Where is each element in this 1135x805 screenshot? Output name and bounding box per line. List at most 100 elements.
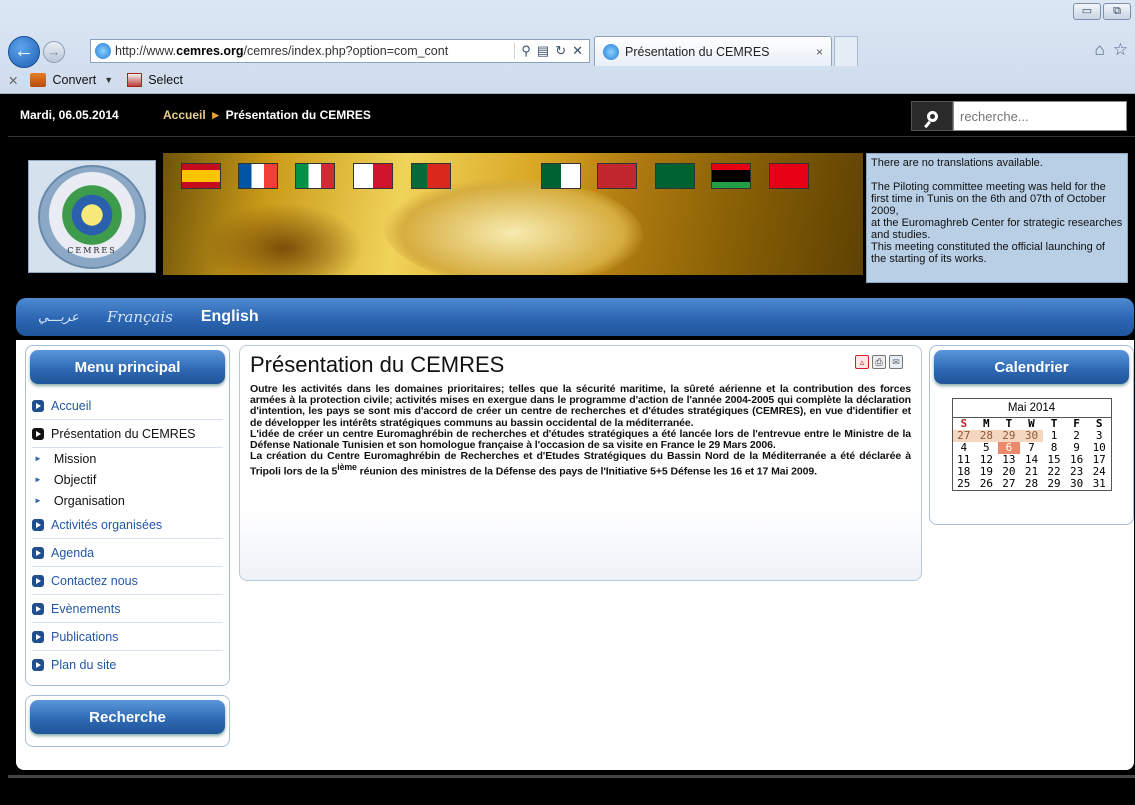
article-paragraph: La création du Centre Euromaghrébin de R… xyxy=(250,450,911,478)
left-sidebar: Menu principal Accueil Présentation du C… xyxy=(25,345,230,747)
restore-button[interactable]: ⧉ xyxy=(1103,3,1131,20)
bullet-arrow-icon xyxy=(32,546,44,559)
menu-item-label: Accueil xyxy=(51,398,92,413)
submenu-arrow-icon: ► xyxy=(34,475,42,484)
calendar-panel: Calendrier Mai 2014 SMTWTFS 27 28 29 30 1 2 3 4… xyxy=(929,345,1134,525)
main-menu-panel: Menu principal Accueil Présentation du C… xyxy=(25,345,230,686)
pdf-icon[interactable]: ▵ xyxy=(855,355,869,369)
search-input[interactable] xyxy=(953,101,1127,131)
language-bar: عربـــي Français English xyxy=(16,298,1134,336)
calendar-title: Calendrier xyxy=(934,350,1129,384)
new-tab-button[interactable] xyxy=(834,36,858,66)
forward-arrow-icon[interactable]: → xyxy=(43,41,65,63)
submenu-item-label: Organisation xyxy=(53,493,125,508)
address-bar[interactable]: http://www.cemres.org/cemres/index.php?o… xyxy=(90,39,590,63)
bullet-arrow-icon xyxy=(32,574,44,587)
menu-item-plan-du-site[interactable]: Plan du site xyxy=(32,651,223,679)
top-bar: Mardi, 06.05.2014 Accueil ► Présentation d… xyxy=(8,95,1135,137)
search-button[interactable] xyxy=(911,101,953,131)
language-french-link[interactable]: Français xyxy=(107,308,173,326)
select-button[interactable]: Select xyxy=(148,73,183,87)
site-search xyxy=(911,101,1127,131)
search-icon[interactable]: ⚲ xyxy=(521,43,531,59)
calendar-day[interactable]: 31 xyxy=(1088,478,1111,490)
select-icon xyxy=(127,73,143,87)
menu-item-activites[interactable]: Activités organisées xyxy=(32,511,223,539)
banner-map-shape xyxy=(383,178,643,275)
banner-shadow-shape xyxy=(203,203,363,275)
favorites-star-icon[interactable]: ☆ xyxy=(1113,40,1128,60)
convert-button[interactable]: Convert xyxy=(52,73,96,87)
article-body: Outre les activités dans les domaines pr… xyxy=(250,383,911,478)
right-sidebar: Calendrier Mai 2014 SMTWTFS 27 28 29 30 1 2 3 4… xyxy=(929,345,1134,525)
minimize-button[interactable]: ▭ xyxy=(1073,3,1101,20)
calendar-grid: SMTWTFS 27 28 29 30 1 2 3 4 5 6 7 8 9 10 11 12 13 14 15 16 1… xyxy=(952,418,1111,490)
submenu-arrow-icon: ► xyxy=(34,496,42,505)
calendar-day[interactable]: 25 xyxy=(953,478,976,490)
site-favicon-icon xyxy=(95,43,111,59)
compatibility-icon[interactable]: ▤ xyxy=(537,43,549,59)
close-toolbar-icon[interactable]: ✕ xyxy=(8,73,18,88)
bullet-arrow-icon xyxy=(32,518,44,531)
menu-item-presentation[interactable]: Présentation du CEMRES xyxy=(32,420,223,448)
bullet-arrow-icon xyxy=(32,427,44,440)
calendar-day[interactable]: 27 xyxy=(998,478,1021,490)
news-ticker: There are no translations available. The… xyxy=(866,153,1128,283)
calendar-day[interactable]: 28 xyxy=(1020,478,1043,490)
calendar-day[interactable]: 29 xyxy=(1043,478,1066,490)
flag-spain-icon xyxy=(181,163,221,189)
flag-italy-icon xyxy=(295,163,335,189)
chevron-down-icon[interactable]: ▼ xyxy=(104,75,113,85)
flag-morocco-icon xyxy=(597,163,637,189)
breadcrumb-current: Présentation du CEMRES xyxy=(225,108,371,122)
main-menu-title: Menu principal xyxy=(30,350,225,384)
browser-right-icons: ⌂ ☆ xyxy=(1094,40,1128,60)
stop-icon[interactable]: ✕ xyxy=(572,43,583,59)
convert-icon xyxy=(30,73,47,87)
flag-portugal-icon xyxy=(411,163,451,189)
calendar-day[interactable]: 30 xyxy=(1065,478,1088,490)
calendar-day[interactable]: 26 xyxy=(975,478,998,490)
back-arrow-icon[interactable]: ← xyxy=(8,36,40,68)
menu-item-label: Contactez nous xyxy=(51,573,138,588)
menu-item-evenements[interactable]: Evènements xyxy=(32,595,223,623)
flag-tunisia-icon xyxy=(769,163,809,189)
cemres-logo[interactable]: CEMRES xyxy=(28,160,156,273)
address-bar-actions: ⚲ ▤ ↻ ✕ xyxy=(514,43,589,59)
home-icon[interactable]: ⌂ xyxy=(1094,40,1104,60)
menu-item-agenda[interactable]: Agenda xyxy=(32,539,223,567)
language-arabic-link[interactable]: عربـــي xyxy=(38,310,79,325)
submenu-item-organisation[interactable]: ► Organisation xyxy=(32,490,223,511)
email-icon[interactable]: ✉ xyxy=(889,355,903,369)
bullet-arrow-icon xyxy=(32,602,44,615)
news-line: The Piloting committee meeting was held … xyxy=(871,181,1106,217)
calendar-days: 27 28 29 30 1 2 3 4 5 6 7 8 9 10 11 12 13 14 15 16 17 18 19 20 2… xyxy=(952,430,1111,490)
browser-tab[interactable]: Présentation du CEMRES × xyxy=(594,36,832,66)
main-menu-list: Accueil Présentation du CEMRES ► Mission … xyxy=(26,388,229,685)
breadcrumb-home-link[interactable]: Accueil xyxy=(163,108,206,122)
calendar-month: Mai 2014 xyxy=(952,399,1111,418)
window-controls: ▭ ⧉ xyxy=(1073,3,1131,20)
print-icon[interactable]: ⎙ xyxy=(872,355,886,369)
menu-item-accueil[interactable]: Accueil xyxy=(32,392,223,420)
menu-item-contact[interactable]: Contactez nous xyxy=(32,567,223,595)
calendar-week-row: 25 26 27 28 29 30 31 xyxy=(953,478,1111,490)
country-flags xyxy=(163,163,863,189)
news-line: at the Euromaghreb Center for strategic … xyxy=(871,217,1123,241)
refresh-icon[interactable]: ↻ xyxy=(555,43,566,59)
language-english-link[interactable]: English xyxy=(201,308,259,326)
submenu-arrow-icon: ► xyxy=(34,454,42,463)
close-icon[interactable]: × xyxy=(816,45,823,59)
logo-text: CEMRES xyxy=(67,245,117,255)
bullet-arrow-icon xyxy=(32,630,44,643)
calendar-widget: Mai 2014 SMTWTFS 27 28 29 30 1 2 3 4 5 6 7 8 9 10 11 12… xyxy=(951,398,1112,491)
submenu-item-objectif[interactable]: ► Objectif xyxy=(32,469,223,490)
search-panel: Recherche xyxy=(25,695,230,747)
submenu-item-mission[interactable]: ► Mission xyxy=(32,448,223,469)
flag-mauritania-icon xyxy=(655,163,695,189)
website: Mardi, 06.05.2014 Accueil ► Présentation d… xyxy=(8,95,1135,805)
menu-item-publications[interactable]: Publications xyxy=(32,623,223,651)
url-text[interactable]: http://www.cemres.org/cemres/index.php?o… xyxy=(115,44,514,58)
article-tools: ▵ ⎙ ✉ xyxy=(855,355,903,369)
news-line: There are no translations available. xyxy=(871,157,1043,169)
